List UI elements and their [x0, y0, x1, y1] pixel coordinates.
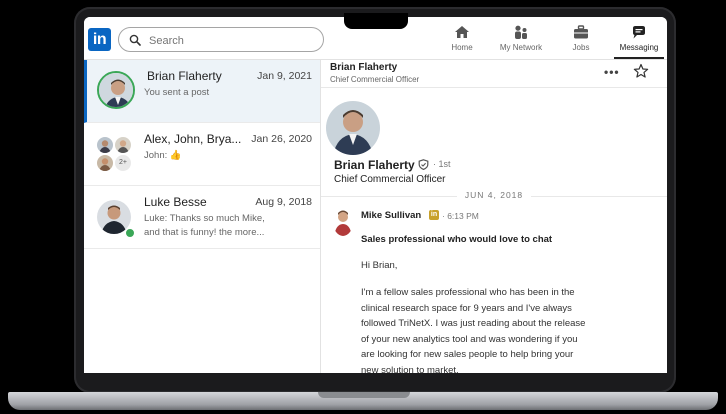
message-line: followed TriNetX. I was just reading abo… [361, 318, 586, 329]
camera-notch [344, 13, 408, 29]
conversation-name: Brian Flaherty [147, 69, 222, 83]
chat-header-title: Chief Commercial Officer [330, 75, 420, 84]
message-line: clinical research space for 9 years and … [361, 302, 572, 314]
avatar [97, 71, 135, 109]
nav-home-label: Home [451, 43, 473, 52]
network-icon [515, 25, 527, 39]
date-separator: JUN 4, 2018 [321, 190, 667, 200]
conversation-name: Luke Besse [144, 195, 207, 209]
messaging-icon [633, 26, 645, 39]
chat-header: Brian Flaherty Chief Commercial Officer … [321, 60, 667, 88]
conversation-snippet: John: 👍 [144, 150, 182, 161]
message-body: I'm a fellow sales professional who has … [361, 285, 623, 373]
message-line: of your new analytics tool and was wonde… [361, 333, 578, 345]
home-icon [455, 26, 469, 38]
conversation-list: Brian Flaherty Jan 9, 2021 You sent a po… [84, 60, 321, 373]
profile-title: Chief Commercial Officer [334, 174, 446, 185]
conversation-snippet: You sent a post [144, 87, 210, 98]
verified-shield-icon [418, 159, 429, 170]
message-line: I'm a fellow sales professional who has … [361, 287, 575, 298]
message-line: new solution to market. [361, 364, 459, 374]
nav-home[interactable]: Home [446, 25, 478, 59]
screen: in Home My Network Jobs [84, 17, 667, 373]
nav-messaging[interactable]: Messaging [614, 25, 664, 59]
premium-badge: in [429, 210, 439, 220]
briefcase-icon [574, 25, 588, 39]
group-count-badge: 2+ [115, 155, 131, 171]
more-options-button[interactable]: ••• [604, 65, 620, 79]
search-input[interactable] [147, 31, 321, 50]
message-subject: Sales professional who would love to cha… [361, 234, 553, 245]
connection-degree: · 1st [433, 159, 451, 169]
nav-jobs-label: Jobs [572, 43, 590, 52]
conversation-item[interactable]: 2+ Alex, John, Brya... Jan 26, 2020 John… [84, 123, 320, 186]
message-line: are looking for new sales people to help… [361, 349, 574, 360]
conversation-item[interactable]: Brian Flaherty Jan 9, 2021 You sent a po… [84, 60, 320, 123]
chat-panel: Brian Flaherty Chief Commercial Officer … [321, 60, 667, 373]
online-indicator [125, 228, 135, 238]
avatar [115, 137, 131, 153]
snippet-line: and that is funny! the more... [144, 227, 265, 238]
profile-avatar[interactable] [326, 101, 380, 155]
avatar [97, 137, 113, 153]
message-greeting: Hi Brian, [361, 260, 398, 271]
conversation-date: Aug 9, 2018 [255, 196, 312, 208]
chat-header-name[interactable]: Brian Flaherty [330, 62, 397, 73]
search-box[interactable] [118, 27, 324, 52]
search-icon [129, 34, 141, 46]
message-time: · 6:13 PM [442, 211, 479, 221]
nav-my-network[interactable]: My Network [494, 25, 548, 59]
date-separator-text: JUN 4, 2018 [456, 190, 532, 200]
message-author-name[interactable]: Mike Sullivan [361, 210, 421, 221]
avatar [97, 155, 113, 171]
profile-name[interactable]: Brian Flaherty [334, 158, 415, 172]
conversation-item[interactable]: Luke Besse Aug 9, 2018 Luke: Thanks so m… [84, 186, 320, 249]
message-author-avatar[interactable] [333, 208, 353, 236]
laptop-base-notch [318, 392, 410, 398]
conversation-date: Jan 26, 2020 [251, 133, 312, 145]
conversation-snippet: Luke: Thanks so much Mike, and that is f… [144, 212, 265, 240]
conversation-date: Jan 9, 2021 [257, 70, 312, 82]
snippet-line: Luke: Thanks so much Mike, [144, 213, 265, 224]
star-icon[interactable] [633, 63, 649, 79]
nav-jobs[interactable]: Jobs [566, 25, 596, 59]
nav-my-network-label: My Network [499, 43, 543, 52]
conversation-name: Alex, John, Brya... [144, 132, 242, 146]
linkedin-logo[interactable]: in [88, 28, 111, 51]
nav-messaging-label: Messaging [619, 43, 659, 52]
